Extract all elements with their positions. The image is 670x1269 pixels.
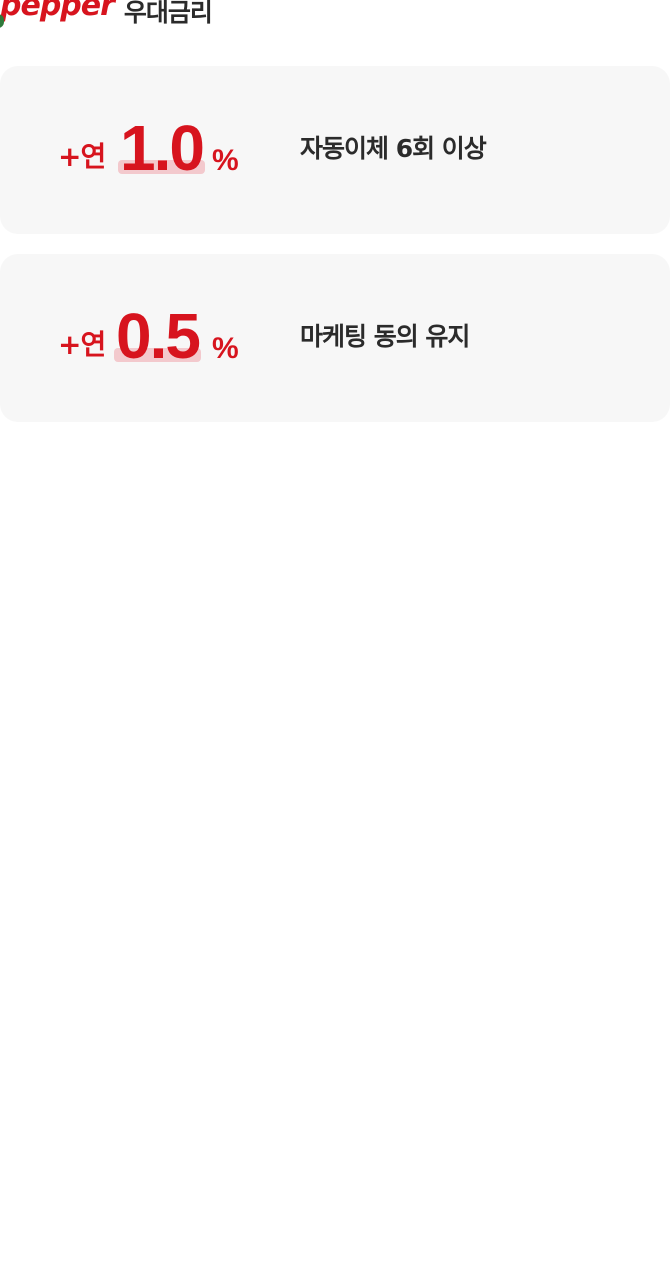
- logo-text: pepper: [0, 0, 115, 23]
- benefit-card-marketing-consent: +연 0.5 % 마케팅 동의 유지: [0, 254, 670, 422]
- rate-prefix: +연: [58, 140, 106, 173]
- rate-value-wrap: 0.5: [114, 302, 201, 370]
- rate-value-wrap: 1.0: [118, 114, 205, 182]
- section-title: 우대금리: [123, 0, 213, 27]
- benefit-card-auto-transfer: +연 1.0 % 자동이체 6회 이상: [0, 66, 670, 234]
- rate-unit: %: [212, 144, 239, 177]
- rate-prefix: +연: [58, 328, 106, 361]
- rate-unit: %: [212, 332, 239, 365]
- pepper-logo: pepper: [0, 0, 115, 28]
- rate-value: 1.0: [120, 112, 205, 184]
- rate-value: 0.5: [116, 300, 201, 372]
- rate-display: +연 0.5 %: [58, 254, 258, 422]
- rate-display: +연 1.0 %: [58, 66, 258, 234]
- benefit-condition: 마케팅 동의 유지: [300, 322, 470, 351]
- header: pepper 우대금리: [0, 0, 213, 36]
- benefit-condition: 자동이체 6회 이상: [300, 134, 487, 163]
